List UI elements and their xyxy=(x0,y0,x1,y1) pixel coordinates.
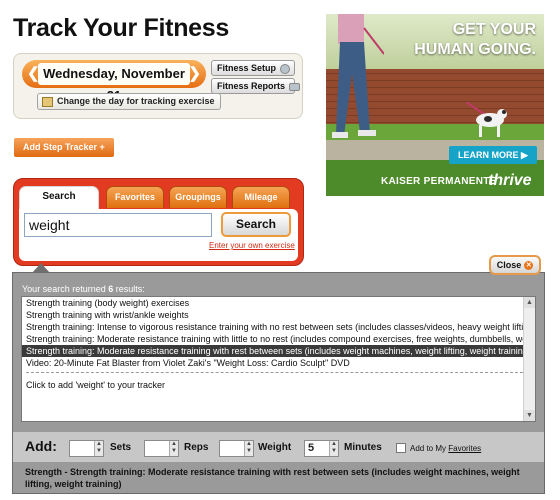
add-custom-to-tracker[interactable]: Click to add 'weight' to your tracker xyxy=(22,379,535,391)
favorites-link[interactable]: Favorites xyxy=(448,444,481,453)
date-selector: ❮ Wednesday, November 21 ❯ xyxy=(22,60,206,103)
thrive-logo: thrive xyxy=(488,172,532,189)
search-panel: Search Favorites Groupings Mileage Searc… xyxy=(13,178,304,266)
ad-headline: GET YOUR HUMAN GOING. xyxy=(414,20,536,60)
minutes-stepper[interactable]: 5 ▲ ▼ xyxy=(304,440,339,457)
current-date: Wednesday, November 21 xyxy=(38,63,190,103)
result-item[interactable]: Strength training with wrist/ankle weigh… xyxy=(22,309,535,321)
tab-favorites[interactable]: Favorites xyxy=(106,186,164,208)
results-summary-prefix: Your search returned xyxy=(22,284,109,294)
enter-own-exercise-link[interactable]: Enter your own exercise xyxy=(209,241,295,250)
results-summary: Your search returned 6 results: xyxy=(22,284,145,294)
weight-stepper[interactable]: ▲ ▼ xyxy=(219,440,254,457)
change-day-button[interactable]: Change the day for tracking exercise xyxy=(37,93,221,110)
minutes-stepper-arrows-icon[interactable]: ▲ ▼ xyxy=(329,441,338,456)
tab-groupings[interactable]: Groupings xyxy=(169,186,227,208)
search-results-panel: Your search returned 6 results: Strength… xyxy=(12,272,545,494)
advertisement-banner[interactable]: GET YOUR HUMAN GOING. LEARN MORE ▶ KAISE… xyxy=(326,14,544,196)
learn-more-button[interactable]: LEARN MORE ▶ xyxy=(449,146,537,164)
favorites-prefix: Add to My xyxy=(410,444,449,453)
tab-mileage[interactable]: Mileage xyxy=(232,186,290,208)
result-item[interactable]: Strength training (body weight) exercise… xyxy=(22,297,535,309)
results-scrollbar[interactable]: ▲ ▼ xyxy=(523,297,535,421)
result-item[interactable]: Strength training: Moderate resistance t… xyxy=(22,333,535,345)
search-button[interactable]: Search xyxy=(221,212,291,237)
search-input[interactable] xyxy=(24,213,212,237)
ad-headline-line-2: HUMAN GOING. xyxy=(414,41,536,58)
add-to-favorites-checkbox[interactable] xyxy=(396,443,406,453)
close-button[interactable]: Close ✕ xyxy=(489,255,541,275)
gear-icon xyxy=(280,63,291,74)
scroll-down-icon[interactable]: ▼ xyxy=(524,410,535,421)
kaiser-permanente-logo: KAISER PERMANENTE xyxy=(381,176,497,187)
weight-stepper-arrows-icon[interactable]: ▲ ▼ xyxy=(244,441,253,456)
result-item-selected[interactable]: Strength training: Moderate resistance t… xyxy=(22,345,535,357)
report-icon xyxy=(289,82,301,91)
add-to-favorites-label: Add to My Favorites xyxy=(410,444,481,453)
close-icon: ✕ xyxy=(524,261,534,271)
result-item[interactable]: Video: 20-Minute Fat Blaster from Violet… xyxy=(22,357,535,369)
sets-unit: Sets xyxy=(110,442,132,453)
fitness-setup-button[interactable]: Fitness Setup xyxy=(211,60,295,76)
date-panel: ❮ Wednesday, November 21 ❯ Fitness Setup… xyxy=(13,53,303,119)
selected-exercise-description: Strength - Strength training: Moderate r… xyxy=(25,467,520,489)
result-item[interactable]: Strength training: Intense to vigorous r… xyxy=(22,321,535,333)
sets-stepper-arrows-icon[interactable]: ▲ ▼ xyxy=(94,441,103,456)
add-label: Add: xyxy=(25,438,57,454)
fitness-reports-button[interactable]: Fitness Reports xyxy=(211,78,301,94)
change-day-label: Change the day for tracking exercise xyxy=(57,96,215,106)
reps-stepper[interactable]: ▲ ▼ xyxy=(144,440,179,457)
dog-illustration xyxy=(466,102,507,137)
minutes-value: 5 xyxy=(308,442,315,454)
search-body: Search Enter your own exercise xyxy=(19,209,298,261)
fitness-reports-label: Fitness Reports xyxy=(217,81,286,91)
results-divider xyxy=(26,372,523,376)
next-day-arrow-icon[interactable]: ❯ xyxy=(188,65,201,83)
add-step-tracker-button[interactable]: Add Step Tracker + xyxy=(14,138,114,157)
results-list[interactable]: Strength training (body weight) exercise… xyxy=(21,296,536,422)
calendar-icon xyxy=(42,96,53,107)
reps-stepper-arrows-icon[interactable]: ▲ ▼ xyxy=(169,441,178,456)
walker-legs-illustration xyxy=(332,14,384,138)
ad-headline-line-1: GET YOUR xyxy=(452,21,536,38)
add-exercise-row: Add: ▲ ▼ Sets ▲ ▼ Reps ▲ ▼ Weight 5 ▲ ▼ Minu… xyxy=(13,432,544,462)
fitness-setup-label: Fitness Setup xyxy=(217,63,277,73)
weight-unit: Weight xyxy=(258,442,292,453)
close-label: Close xyxy=(496,260,522,270)
results-summary-suffix: results: xyxy=(113,284,145,294)
minutes-unit: Minutes xyxy=(344,442,382,453)
reps-unit: Reps xyxy=(184,442,209,453)
tab-search[interactable]: Search xyxy=(19,186,99,211)
sets-stepper[interactable]: ▲ ▼ xyxy=(69,440,104,457)
scroll-up-icon[interactable]: ▲ xyxy=(524,297,535,308)
page-title: Track Your Fitness xyxy=(13,14,229,42)
